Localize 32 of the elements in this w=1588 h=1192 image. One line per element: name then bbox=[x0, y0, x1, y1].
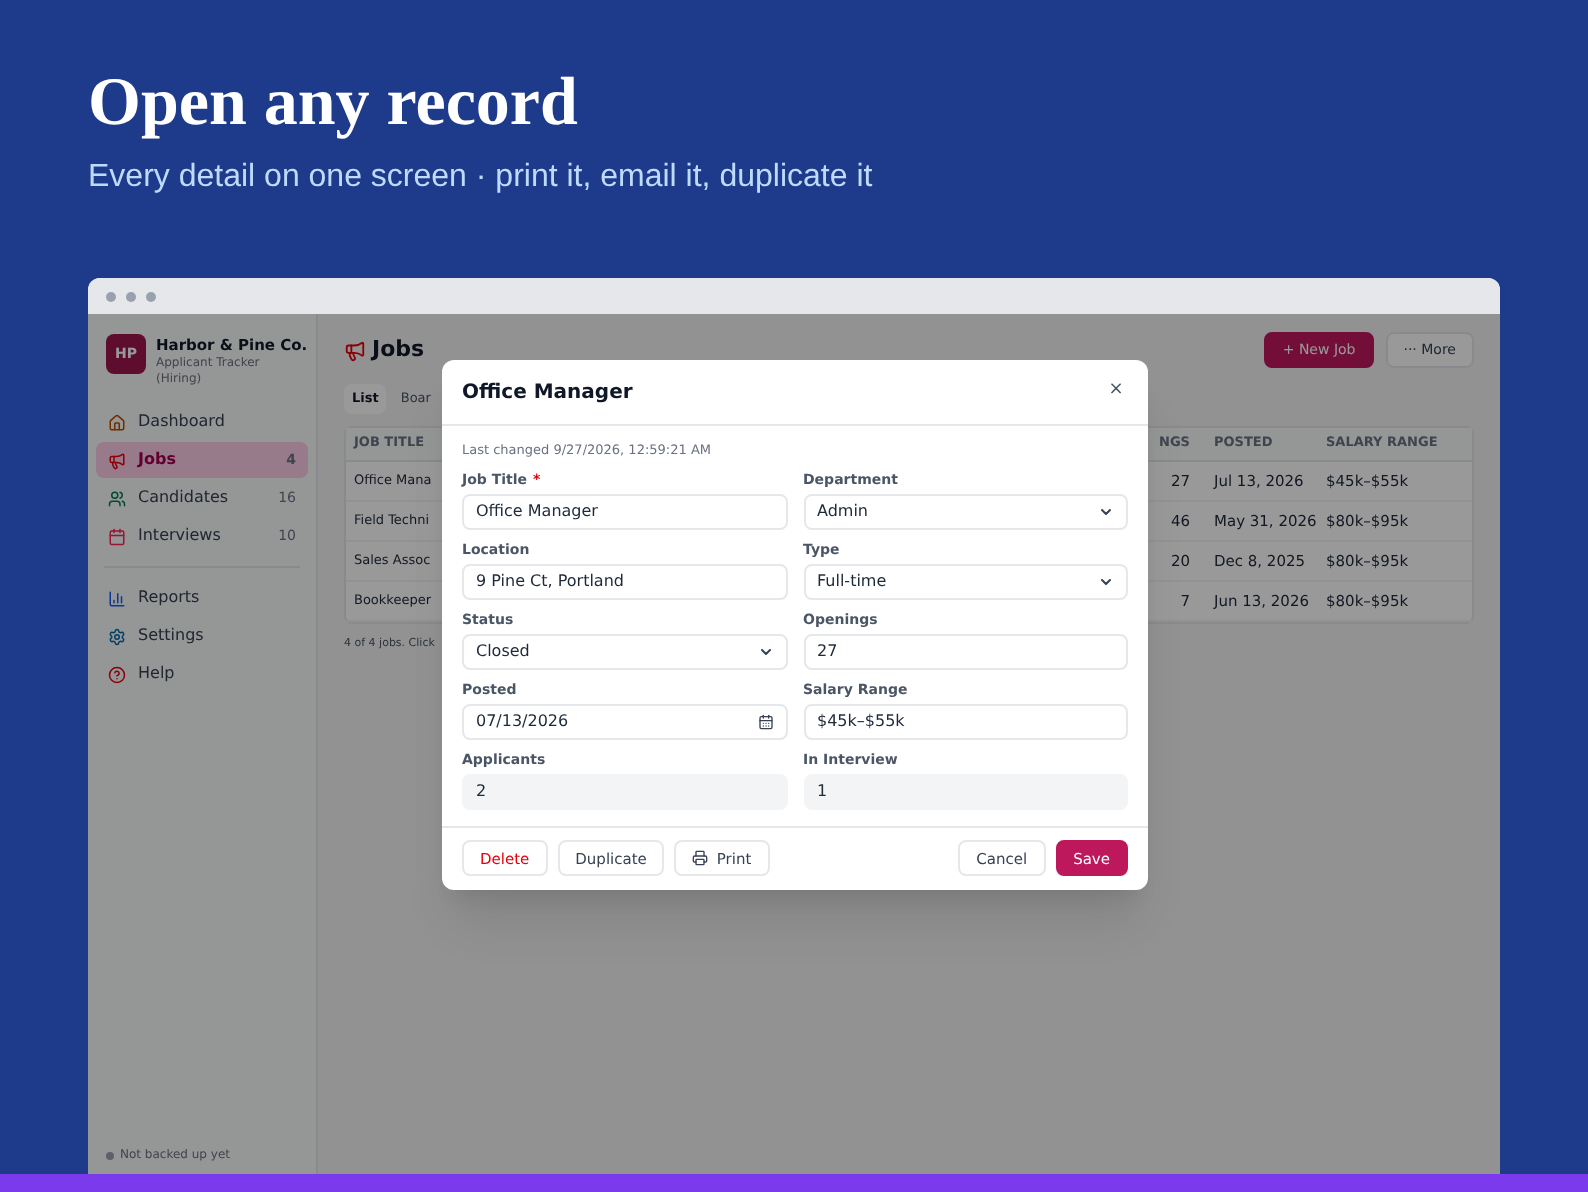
sidebar-item[interactable]: Help bbox=[96, 656, 308, 693]
people-icon bbox=[108, 489, 126, 508]
megaphone-icon bbox=[344, 339, 366, 361]
calendar-icon bbox=[757, 713, 773, 730]
hero-title: Open any record bbox=[88, 64, 580, 144]
close-button[interactable]: × bbox=[1104, 378, 1128, 406]
dropdown-field[interactable]: Closed bbox=[462, 633, 787, 670]
calendar-icon bbox=[108, 527, 126, 546]
chart-icon bbox=[108, 589, 126, 608]
house-icon bbox=[108, 413, 126, 432]
sidebar-item[interactable]: Settings bbox=[96, 618, 308, 655]
printer-icon bbox=[692, 850, 709, 867]
megaphone-icon bbox=[108, 451, 126, 470]
date-field[interactable]: 07/13/2026 bbox=[462, 703, 787, 740]
input-field[interactable]: 27 bbox=[803, 633, 1128, 670]
input-field: 2 bbox=[462, 773, 787, 810]
input-field[interactable]: 9 Pine Ct, Portland bbox=[462, 563, 787, 600]
settings-icon bbox=[108, 627, 126, 646]
input-field: 1 bbox=[803, 773, 1128, 810]
page-title: Jobs bbox=[372, 333, 427, 366]
input-field[interactable]: $45k–$55k bbox=[803, 703, 1128, 740]
chevron-icon bbox=[1098, 573, 1114, 590]
help-icon bbox=[108, 665, 126, 684]
dropdown-field[interactable]: Full-time bbox=[803, 563, 1128, 600]
input-field[interactable]: Office Manager bbox=[462, 493, 787, 530]
hero-subtitle: Every detail on one screen · print it, email it, duplicate it bbox=[88, 158, 875, 198]
chevron-icon bbox=[1098, 503, 1114, 520]
sidebar-item[interactable]: Dashboard bbox=[96, 404, 308, 441]
dialog-title: Office Manager bbox=[462, 379, 635, 407]
sidebar-item[interactable]: Reports bbox=[96, 580, 308, 617]
dropdown-field[interactable]: Admin bbox=[803, 493, 1128, 530]
chevron-icon bbox=[757, 643, 773, 660]
